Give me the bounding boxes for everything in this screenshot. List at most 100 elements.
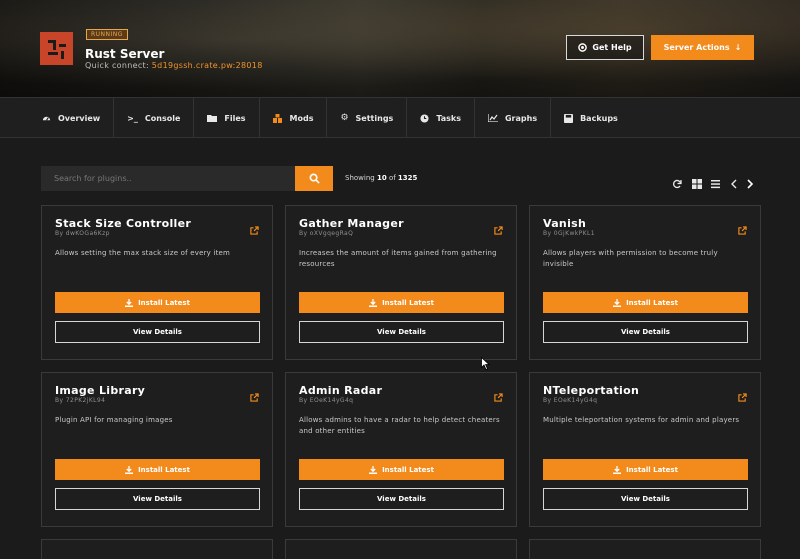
plugin-description: Multiple teleportation systems for admin… (543, 416, 740, 424)
tab-mods-label: Mods (289, 113, 314, 123)
gear-icon: ⚙ (340, 113, 349, 123)
view-details-button[interactable]: View Details (55, 321, 260, 343)
install-latest-button[interactable]: Install Latest (543, 292, 748, 313)
plugin-name: Stack Size Controller (55, 217, 192, 230)
view-details-button[interactable]: View Details (543, 321, 748, 343)
view-details-button[interactable]: View Details (543, 488, 748, 510)
chart-icon (487, 114, 498, 122)
tab-settings-label: Settings (355, 113, 394, 123)
open-external-button[interactable] (250, 220, 259, 239)
search-icon (309, 173, 320, 184)
download-icon (369, 465, 378, 474)
external-link-icon (494, 226, 503, 235)
view-details-label: View Details (621, 328, 670, 336)
plugin-author: By EOeK14yG4q (543, 397, 598, 404)
plugin-card: Stack Size Controller By dwKOGa6Kzp Allows… (41, 205, 273, 360)
grid-icon (692, 179, 702, 189)
open-external-button[interactable] (250, 387, 259, 406)
tab-mods[interactable]: Mods (260, 98, 328, 138)
terminal-icon: >_ (127, 113, 138, 123)
external-link-icon (738, 226, 747, 235)
tab-graphs[interactable]: Graphs (475, 98, 552, 138)
folder-icon (207, 115, 218, 122)
tab-tasks[interactable]: Tasks (407, 98, 475, 138)
tab-files[interactable]: Files (194, 98, 260, 138)
plugin-card: NTeleportation By EOeK14yG4q Multiple tele… (529, 372, 761, 527)
tab-backups-label: Backups (580, 113, 618, 123)
install-latest-button[interactable]: Install Latest (299, 292, 504, 313)
install-latest-button[interactable]: Install Latest (299, 459, 504, 480)
chevron-left-icon (731, 179, 737, 189)
clock-icon (420, 113, 429, 123)
server-title: Rust Server (85, 47, 165, 61)
install-latest-button[interactable]: Install Latest (55, 292, 260, 313)
view-details-button[interactable]: View Details (299, 488, 504, 510)
server-header: RUNNING Rust Server Quick connect: 5d19g… (0, 0, 800, 98)
server-actions-button[interactable]: Server Actions ↓ (651, 35, 754, 60)
grid-view-button[interactable] (692, 174, 702, 193)
plugin-card: Gather Manager By oXVgqegRaQ Increases the… (285, 205, 517, 360)
quick-connect-address[interactable]: 5d19gssh.crate.pw:28018 (152, 61, 263, 70)
plugin-search-input[interactable] (41, 166, 295, 191)
refresh-icon (673, 179, 682, 189)
next-page-button[interactable] (746, 174, 754, 193)
view-details-label: View Details (133, 495, 182, 503)
view-details-label: View Details (377, 328, 426, 336)
get-help-button[interactable]: Get Help (566, 35, 644, 60)
open-external-button[interactable] (738, 387, 747, 406)
plugin-description: Allows players with permission to become… (543, 249, 718, 268)
plugin-author: By 0GjKwkPKL1 (543, 230, 595, 237)
results-count: Showing 10 of 1325 (345, 174, 417, 182)
mouse-cursor-icon (481, 357, 490, 370)
download-icon (125, 465, 134, 474)
install-latest-label: Install Latest (626, 465, 678, 474)
plugin-name: Image Library (55, 384, 146, 397)
server-actions-label: Server Actions (663, 43, 730, 52)
tab-console-label: Console (144, 113, 181, 123)
plugin-name: Vanish (543, 217, 587, 230)
download-icon (613, 465, 622, 474)
tab-settings[interactable]: ⚙ Settings (327, 98, 408, 138)
plugin-name: Gather Manager (299, 217, 404, 230)
view-details-label: View Details (621, 495, 670, 503)
list-view-button[interactable] (711, 174, 720, 193)
plugin-card: Image Library By 72PK2jKL94 Plugin API for… (41, 372, 273, 527)
install-latest-label: Install Latest (626, 298, 678, 307)
download-icon (369, 298, 378, 307)
tab-graphs-label: Graphs (504, 113, 538, 123)
lifebuoy-icon (578, 43, 588, 52)
open-external-button[interactable] (494, 220, 503, 239)
plugin-description: Allows setting the max stack size of eve… (55, 249, 231, 257)
results-total: 1325 (397, 174, 418, 182)
open-external-button[interactable] (494, 387, 503, 406)
plugin-author: By oXVgqegRaQ (299, 230, 354, 237)
plugin-author: By 72PK2jKL94 (55, 397, 106, 404)
install-latest-label: Install Latest (382, 465, 434, 474)
install-latest-label: Install Latest (382, 298, 434, 307)
refresh-button[interactable] (672, 174, 682, 193)
plugin-card-partial (285, 539, 517, 559)
plugin-name: NTeleportation (543, 384, 640, 397)
tab-backups[interactable]: Backups (551, 98, 631, 138)
results-prefix: Showing (345, 174, 375, 182)
view-details-button[interactable]: View Details (55, 488, 260, 510)
plugin-author: By dwKOGa6Kzp (55, 230, 110, 237)
plugin-description: Plugin API for managing images (55, 416, 173, 424)
tab-console[interactable]: >_ Console (114, 98, 195, 138)
status-badge: RUNNING (86, 29, 128, 40)
quick-connect: Quick connect: 5d19gssh.crate.pw:28018 (85, 61, 263, 70)
plugin-card: Admin Radar By EOeK14yG4q Allows admins to… (285, 372, 517, 527)
dashboard-icon (42, 116, 51, 121)
tab-overview[interactable]: Overview (0, 98, 115, 138)
install-latest-label: Install Latest (138, 465, 190, 474)
rust-logo-icon (47, 39, 66, 59)
external-link-icon (494, 393, 503, 402)
install-latest-button[interactable]: Install Latest (543, 459, 748, 480)
puzzle-icon (272, 113, 282, 123)
prev-page-button[interactable] (730, 174, 738, 193)
open-external-button[interactable] (738, 220, 747, 239)
view-details-button[interactable]: View Details (299, 321, 504, 343)
list-icon (711, 180, 720, 189)
search-button[interactable] (295, 166, 333, 191)
install-latest-button[interactable]: Install Latest (55, 459, 260, 480)
